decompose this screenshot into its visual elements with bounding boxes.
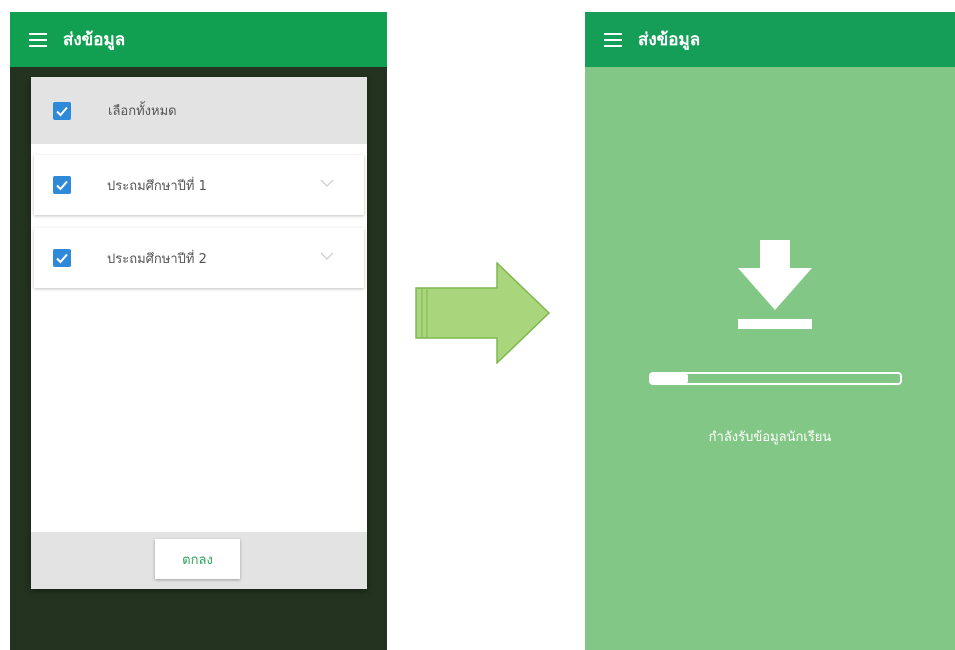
- grade-2-label: ประถมศึกษาปีที่ 2: [107, 251, 207, 267]
- hamburger-menu-icon[interactable]: [604, 32, 622, 47]
- download-icon: [738, 240, 812, 329]
- select-all-row[interactable]: เลือกทั้งหมด: [31, 77, 367, 144]
- select-class-dialog: เลือกทั้งหมด ประถมศึกษาปีที่ 1 ประถมศึกษ…: [31, 77, 367, 589]
- ok-button[interactable]: ตกลง: [155, 539, 240, 579]
- app-bar-title: ส่งข้อมูล: [638, 30, 701, 50]
- right-phone-screen: ส่งข้อมูล กำลังรับข้อมูลนักเรียน: [585, 12, 955, 650]
- class-item-grade-2[interactable]: ประถมศึกษาปีที่ 2: [34, 228, 364, 288]
- dialog-footer: ตกลง: [31, 532, 367, 589]
- select-all-label: เลือกทั้งหมด: [108, 104, 177, 119]
- progress-fill: [651, 374, 689, 383]
- grade-1-checkbox[interactable]: [53, 176, 71, 194]
- hamburger-menu-icon[interactable]: [29, 32, 47, 47]
- grade-1-label: ประถมศึกษาปีที่ 1: [107, 178, 207, 194]
- app-bar: ส่งข้อมูล: [585, 12, 955, 67]
- app-bar: ส่งข้อมูล: [10, 12, 387, 67]
- status-text: กำลังรับข้อมูลนักเรียน: [708, 430, 832, 445]
- chevron-down-icon[interactable]: [320, 252, 334, 260]
- chevron-down-icon[interactable]: [320, 179, 334, 187]
- class-item-grade-1[interactable]: ประถมศึกษาปีที่ 1: [34, 155, 364, 215]
- checkmark-icon: [56, 106, 68, 116]
- right-arrow-icon: [415, 262, 551, 364]
- select-all-checkbox[interactable]: [53, 101, 71, 120]
- download-progress-bar: [649, 372, 902, 385]
- checkmark-icon: [56, 180, 68, 191]
- app-bar-title: ส่งข้อมูล: [63, 30, 126, 50]
- grade-2-checkbox[interactable]: [53, 249, 71, 267]
- left-phone-screen: ส่งข้อมูล เลือกทั้งหมด ประถมศึกษาปีที่ 1: [10, 12, 387, 650]
- checkmark-icon: [56, 253, 68, 264]
